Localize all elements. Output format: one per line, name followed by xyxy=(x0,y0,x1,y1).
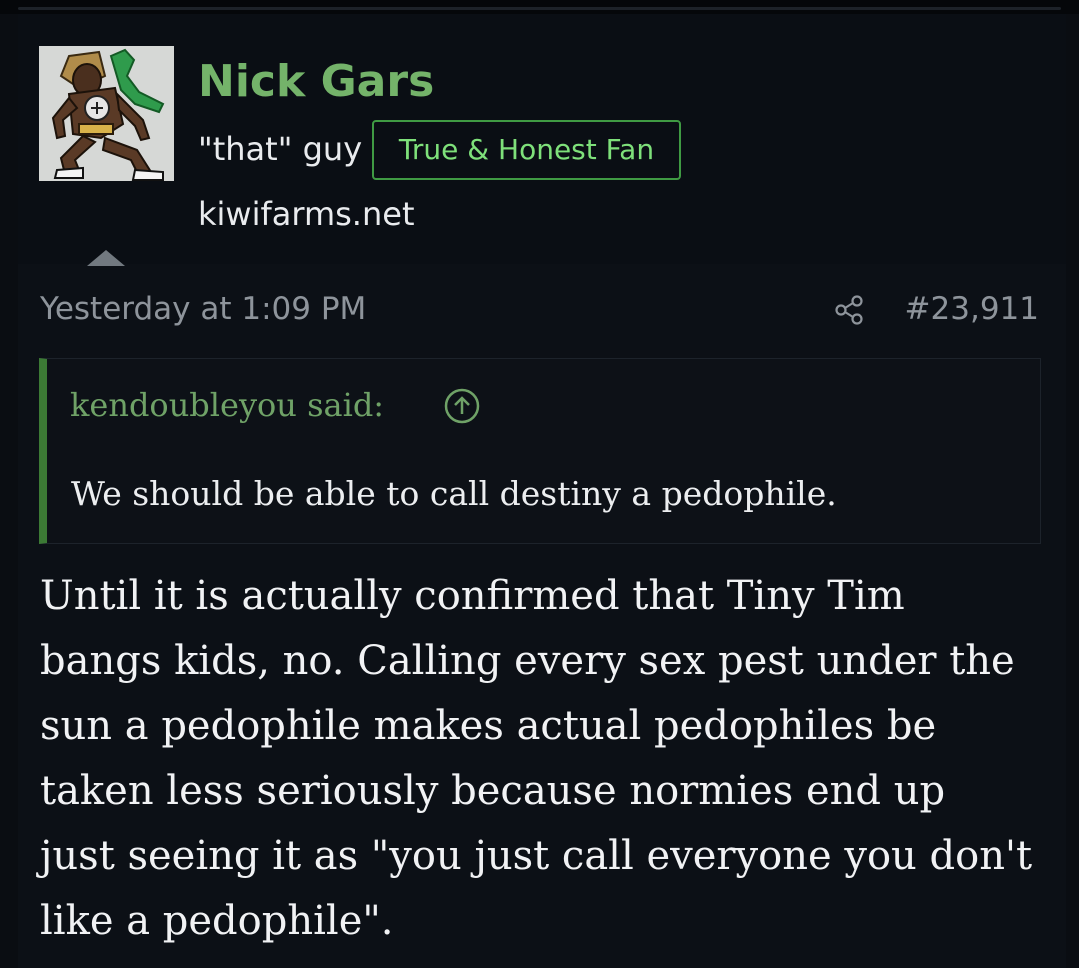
post-body-line: like a pedophile". xyxy=(40,898,394,944)
post-body: Until it is actually confirmed that Tiny… xyxy=(40,564,1060,954)
user-site: kiwifarms.net xyxy=(198,195,415,233)
avatar-image xyxy=(39,46,174,181)
header-arrow-icon xyxy=(87,250,125,266)
arrow-up-circle-icon[interactable] xyxy=(442,386,482,426)
post-body-line: Until it is actually confirmed that Tiny… xyxy=(40,573,905,619)
post-body-line: sun a pedophile makes actual pedophiles … xyxy=(40,703,937,749)
quote-text: We should be able to call destiny a pedo… xyxy=(71,474,837,513)
username[interactable]: Nick Gars xyxy=(198,53,434,111)
user-title: "that" guy xyxy=(198,130,363,168)
post-date[interactable]: Yesterday at 1:09 PM xyxy=(40,288,366,330)
post-number[interactable]: #23,911 xyxy=(905,288,1039,330)
quote-attribution[interactable]: kendoubleyou said: xyxy=(70,384,384,426)
user-banner: True & Honest Fan xyxy=(372,120,681,180)
post-body-line: taken less seriously because normies end… xyxy=(40,768,946,814)
top-divider xyxy=(18,7,1061,10)
share-icon[interactable] xyxy=(832,292,868,328)
post-body-line: bangs kids, no. Calling every sex pest u… xyxy=(40,638,1015,684)
top-strip xyxy=(0,0,1079,14)
post-body-line: just seeing it as "you just call everyon… xyxy=(40,833,1033,879)
avatar[interactable] xyxy=(39,46,174,181)
